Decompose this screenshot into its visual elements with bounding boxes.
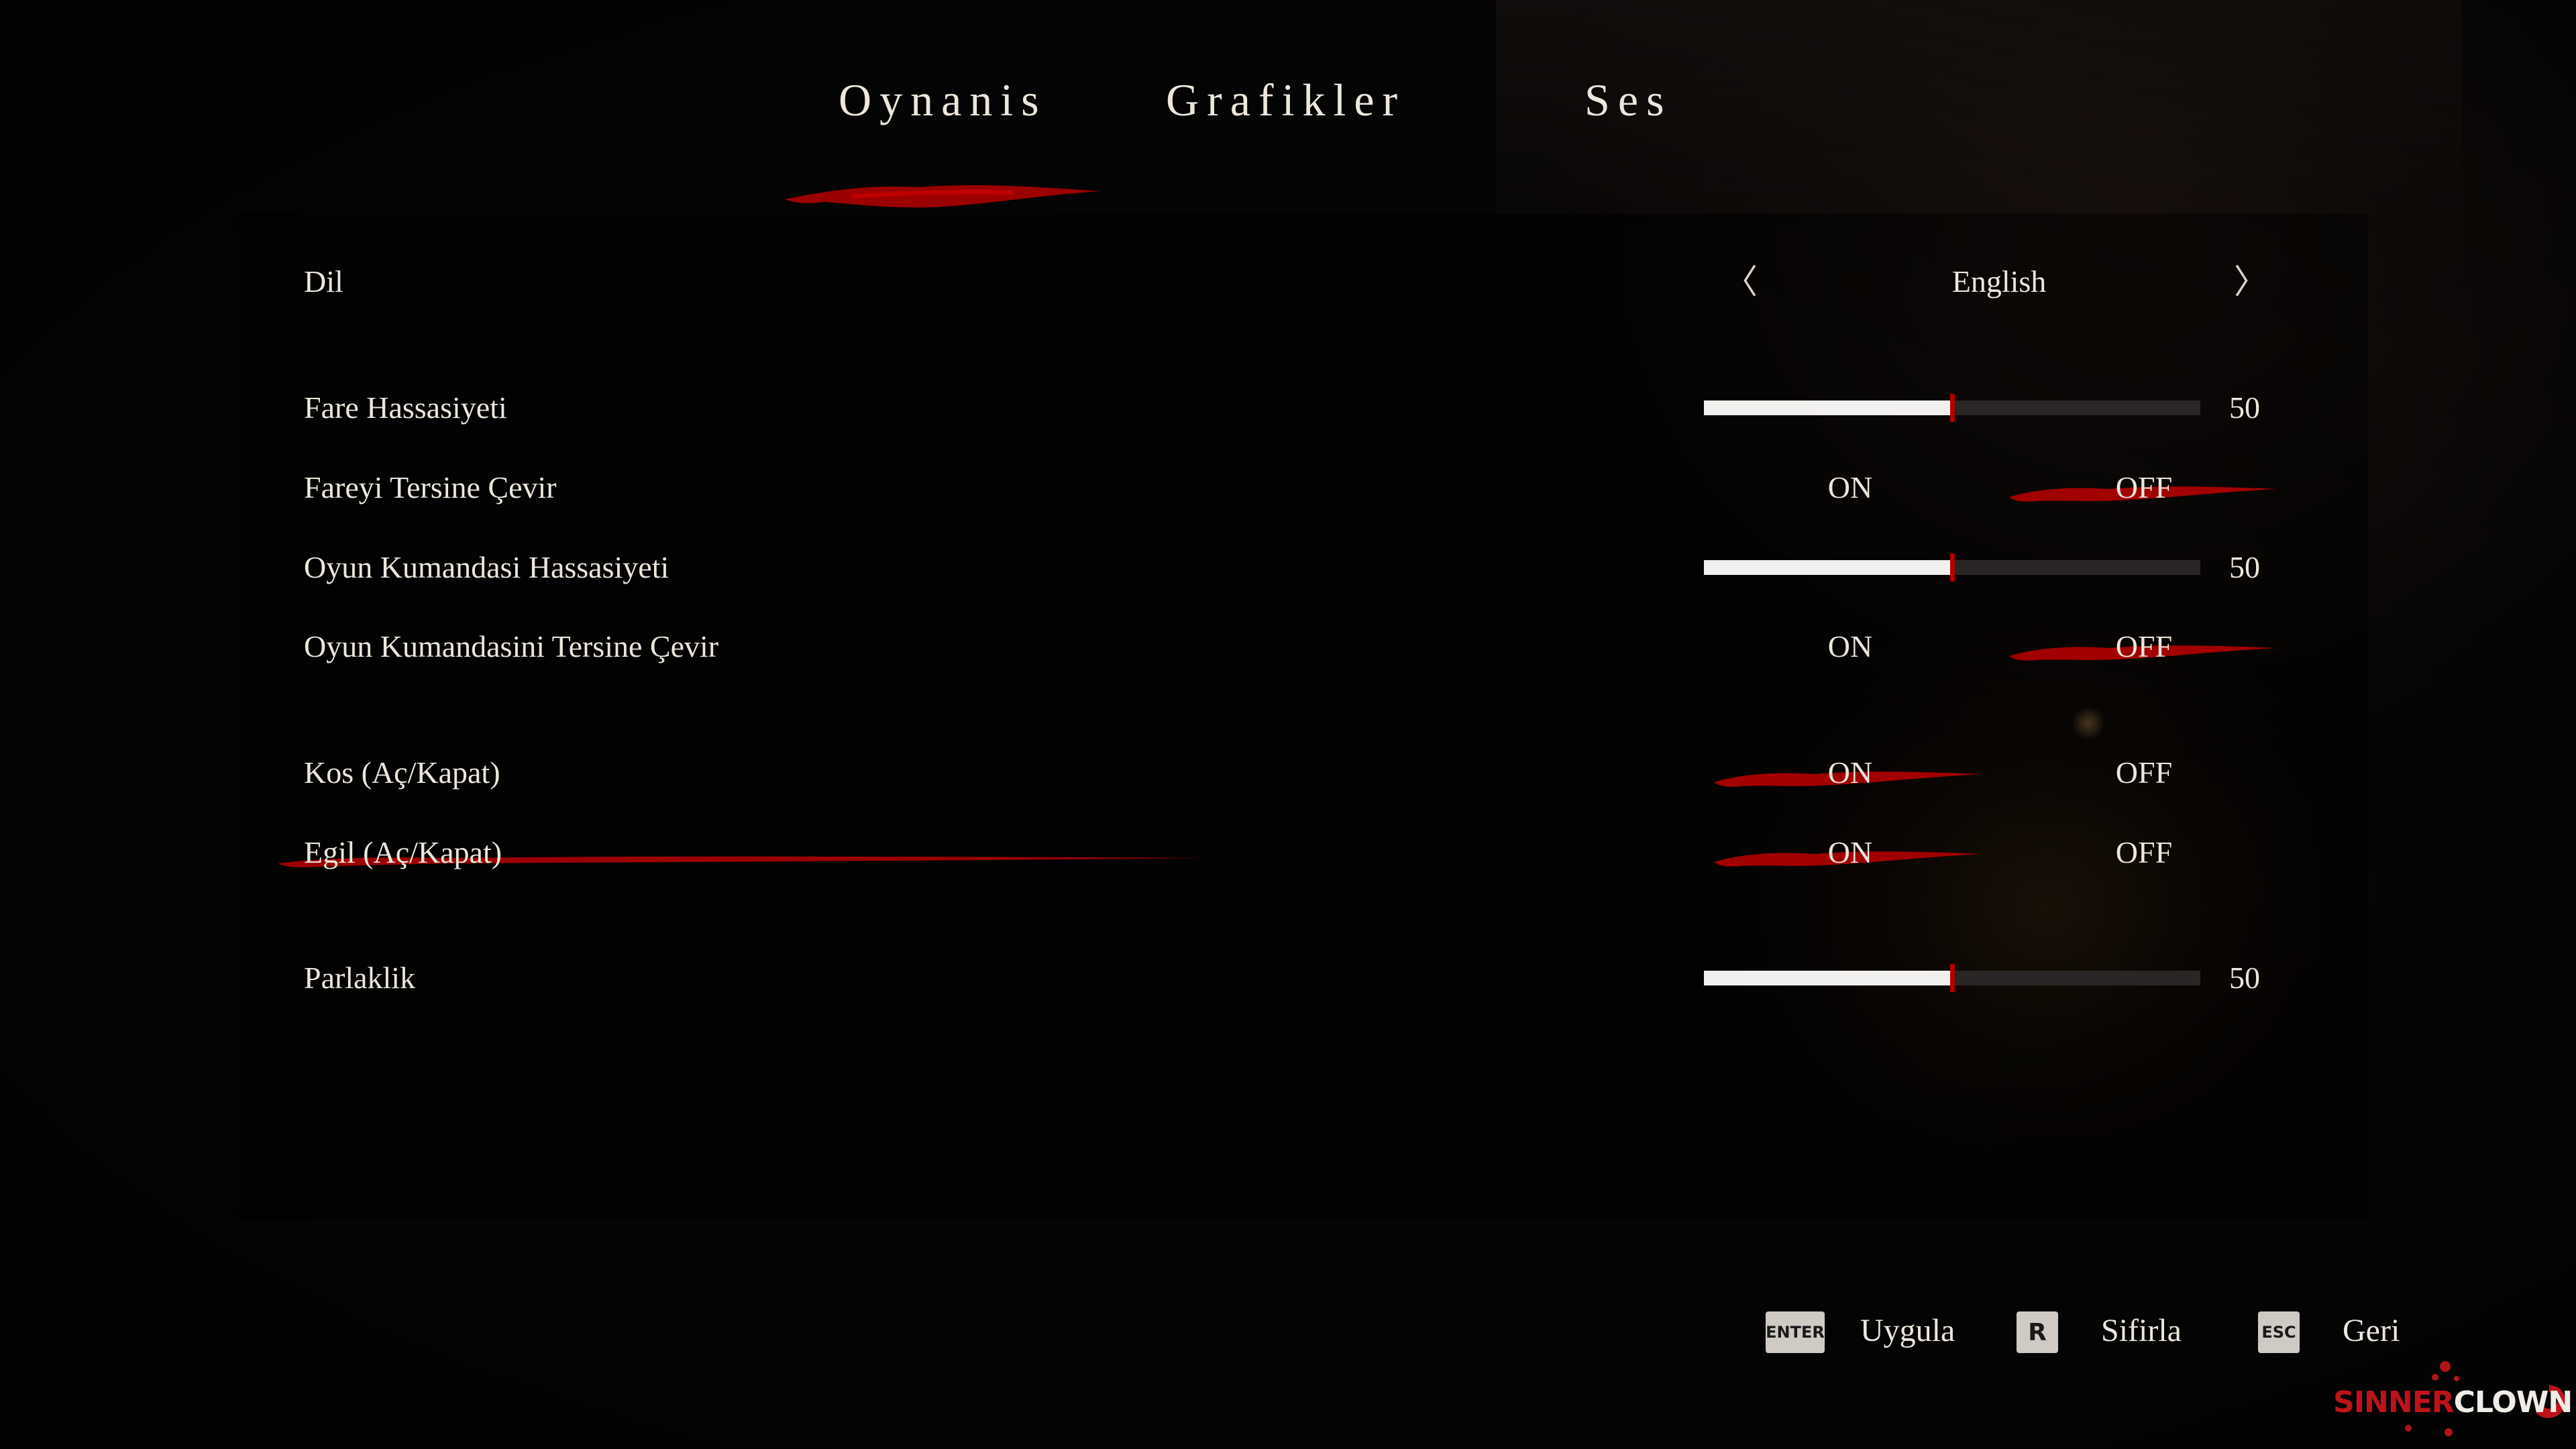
slider-value: 50 [2229,550,2260,584]
invert-gamepad-on-option[interactable]: ON [1796,627,1904,667]
setting-label: Fareyi Tersine Çevir [304,470,557,504]
setting-label: Oyun Kumandasini Tersine Çevir [304,629,719,663]
tab-gameplay[interactable]: Oynanis [839,74,1047,127]
slider-value: 50 [2229,961,2260,995]
logo-part-1: SINNER [2333,1385,2455,1419]
tab-audio[interactable]: Ses [1585,74,1672,127]
enter-key-icon: ENTER [1766,1311,1825,1353]
setting-label: Parlaklik [304,961,416,995]
setting-row-brightness[interactable]: Parlaklik 50 [0,958,2576,1012]
settings-panel [238,213,2368,1220]
run-toggle-on-option[interactable]: ON [1796,753,1904,793]
tab-graphics[interactable]: Grafikler [1166,74,1405,127]
slider-fill [1704,971,1952,985]
brightness-slider[interactable] [1704,964,2200,992]
slider-fill [1704,560,1952,575]
esc-key-icon: ESC [2258,1311,2300,1353]
setting-row-language[interactable]: Dil 〈 English 〉 [0,262,2576,315]
gamepad-sensitivity-slider[interactable] [1704,553,2200,582]
mouse-sensitivity-slider[interactable] [1704,394,2200,422]
slider-handle[interactable] [1950,394,1955,422]
setting-row-invert-gamepad[interactable]: Oyun Kumandasini Tersine Çevir ON OFF [0,627,2576,680]
setting-row-gamepad-sensitivity[interactable]: Oyun Kumandasi Hassasiyeti 50 [0,547,2576,601]
invert-gamepad-off-option[interactable]: OFF [2090,627,2198,667]
setting-label: Fare Hassasiyeti [304,390,507,425]
apply-button[interactable]: Uygula [1860,1310,1955,1352]
invert-mouse-on-option[interactable]: ON [1796,468,1904,508]
setting-label: Egil (Aç/Kapat) [304,835,502,869]
active-tab-blood-stroke [785,185,1100,208]
r-key-icon: R [2017,1311,2058,1353]
language-value: English [1951,264,2047,299]
sinnerclown-logo: SINNERCLOWN [2333,1385,2573,1419]
chevron-left-icon[interactable]: 〈 [1724,262,1758,302]
chevron-right-icon[interactable]: 〉 [2234,262,2267,302]
invert-mouse-off-option[interactable]: OFF [2090,468,2198,508]
tab-bar: Oynanis Grafikler Ses [0,74,2576,208]
slider-value: 50 [2229,390,2260,425]
run-toggle-off-option[interactable]: OFF [2090,753,2198,793]
slider-handle[interactable] [1950,964,1955,992]
crouch-toggle-on-option[interactable]: ON [1796,833,1904,873]
back-button[interactable]: Geri [2343,1310,2400,1352]
setting-row-crouch-toggle[interactable]: Egil (Aç/Kapat) ON OFF [0,833,2576,886]
setting-row-invert-mouse[interactable]: Fareyi Tersine Çevir ON OFF [0,468,2576,521]
slider-handle[interactable] [1950,553,1955,582]
setting-row-mouse-sensitivity[interactable]: Fare Hassasiyeti 50 [0,388,2576,441]
reset-button[interactable]: Sifirla [2101,1310,2182,1352]
setting-label: Dil [304,264,343,299]
setting-row-run-toggle[interactable]: Kos (Aç/Kapat) ON OFF [0,753,2576,806]
setting-label: Oyun Kumandasi Hassasiyeti [304,550,669,584]
logo-part-2: CLOWN [2453,1385,2573,1419]
slider-fill [1704,400,1952,415]
crouch-toggle-off-option[interactable]: OFF [2090,833,2198,873]
setting-label: Kos (Aç/Kapat) [304,755,500,790]
